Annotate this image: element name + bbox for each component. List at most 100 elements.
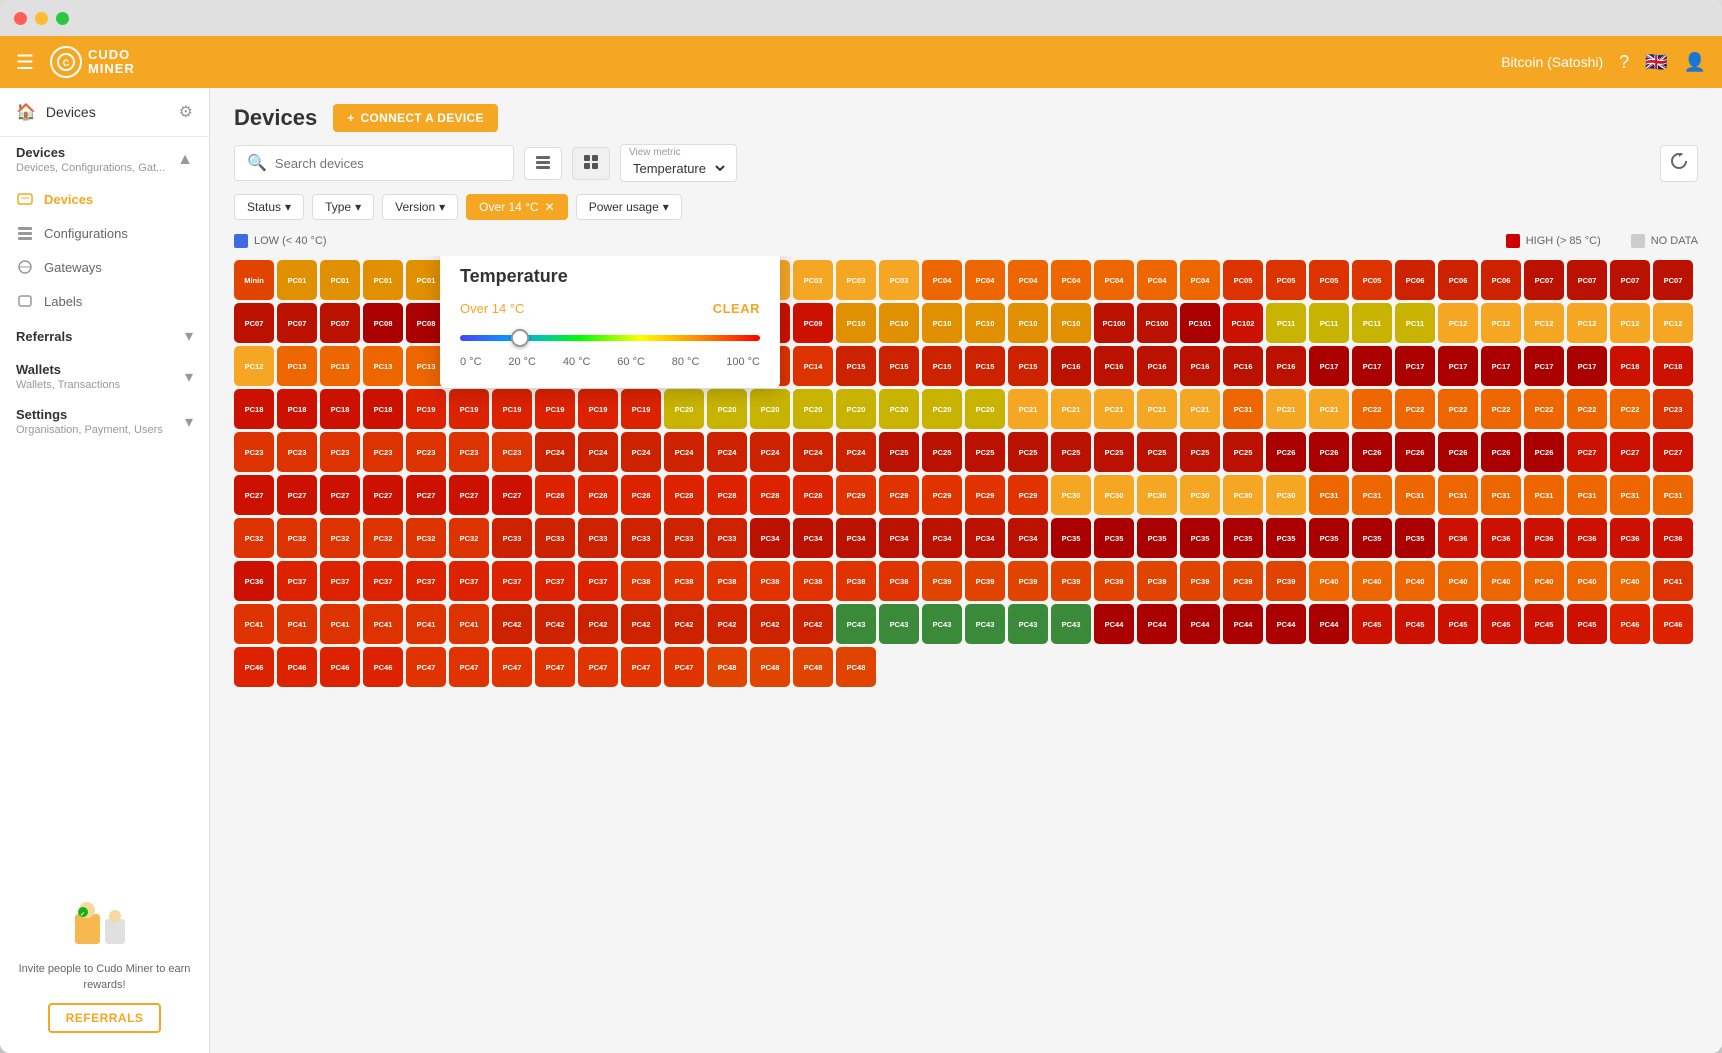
device-tile[interactable]: PC32 [234,518,274,558]
device-tile[interactable]: PC30 [1180,475,1220,515]
device-tile[interactable]: PC34 [965,518,1005,558]
device-tile[interactable]: PC15 [836,346,876,386]
filter-temperature-active[interactable]: Over 14 °C ✕ [466,194,568,220]
device-tile[interactable]: PC17 [1481,346,1521,386]
account-icon[interactable]: 👤 [1684,52,1706,73]
device-tile[interactable]: PC26 [1438,432,1478,472]
device-tile[interactable]: PC35 [1395,518,1435,558]
device-tile[interactable]: PC46 [1610,604,1650,644]
device-tile[interactable]: PC30 [1051,475,1091,515]
device-tile[interactable]: PC26 [1266,432,1306,472]
device-tile[interactable]: PC38 [707,561,747,601]
sidebar-section-referrals[interactable]: Referrals ▾ [0,318,209,354]
device-tile[interactable]: PC19 [492,389,532,429]
device-tile[interactable]: PC24 [836,432,876,472]
device-tile[interactable]: PC41 [1653,561,1693,601]
device-tile[interactable]: PC38 [750,561,790,601]
device-tile[interactable]: PC46 [363,647,403,687]
device-tile[interactable]: PC41 [363,604,403,644]
device-tile[interactable]: PC39 [1094,561,1134,601]
device-tile[interactable]: PC37 [449,561,489,601]
device-tile[interactable]: Minin [234,260,274,300]
device-tile[interactable]: PC19 [535,389,575,429]
device-tile[interactable]: PC41 [320,604,360,644]
device-tile[interactable]: PC42 [578,604,618,644]
device-tile[interactable]: PC31 [1653,475,1693,515]
device-tile[interactable]: PC43 [879,604,919,644]
sidebar-item-labels[interactable]: Labels [0,284,209,318]
device-tile[interactable]: PC06 [1481,260,1521,300]
device-tile[interactable]: PC32 [449,518,489,558]
device-tile[interactable]: PC14 [793,346,833,386]
device-tile[interactable]: PC09 [793,303,833,343]
device-tile[interactable]: PC29 [879,475,919,515]
device-tile[interactable]: PC26 [1481,432,1521,472]
device-tile[interactable]: PC35 [1309,518,1349,558]
device-tile[interactable]: PC23 [363,432,403,472]
device-tile[interactable]: PC04 [922,260,962,300]
device-tile[interactable]: PC17 [1309,346,1349,386]
device-tile[interactable]: PC06 [1395,260,1435,300]
sidebar-section-wallets[interactable]: Wallets Wallets, Transactions ▾ [0,354,209,399]
device-tile[interactable]: PC20 [879,389,919,429]
sidebar-item-gateways[interactable]: Gateways [0,250,209,284]
device-tile[interactable]: PC48 [750,647,790,687]
device-tile[interactable]: PC45 [1567,604,1607,644]
device-tile[interactable]: PC04 [1137,260,1177,300]
device-tile[interactable]: PC23 [406,432,446,472]
device-tile[interactable]: PC16 [1051,346,1091,386]
device-tile[interactable]: PC22 [1395,389,1435,429]
device-tile[interactable]: PC42 [535,604,575,644]
referrals-button[interactable]: REFERRALS [48,1003,162,1033]
device-tile[interactable]: PC23 [234,432,274,472]
device-tile[interactable]: PC35 [1223,518,1263,558]
device-tile[interactable]: PC27 [320,475,360,515]
device-tile[interactable]: PC15 [965,346,1005,386]
device-tile[interactable]: PC16 [1094,346,1134,386]
device-tile[interactable]: PC30 [1137,475,1177,515]
device-tile[interactable]: PC46 [277,647,317,687]
device-tile[interactable]: PC25 [922,432,962,472]
device-tile[interactable]: PC22 [1610,389,1650,429]
view-metric-select[interactable]: Temperature Power Usage Hashrate [629,158,728,179]
device-tile[interactable]: PC44 [1223,604,1263,644]
filter-power-usage[interactable]: Power usage ▾ [576,194,682,220]
device-tile[interactable]: PC28 [664,475,704,515]
device-tile[interactable]: PC36 [1567,518,1607,558]
device-tile[interactable]: PC36 [1481,518,1521,558]
sidebar-item-configurations[interactable]: Configurations [0,216,209,250]
device-tile[interactable]: PC12 [1438,303,1478,343]
device-tile[interactable]: PC28 [621,475,661,515]
device-tile[interactable]: PC37 [535,561,575,601]
device-tile[interactable]: PC46 [234,647,274,687]
device-tile[interactable]: PC03 [836,260,876,300]
device-tile[interactable]: PC23 [320,432,360,472]
device-tile[interactable]: PC23 [1653,389,1693,429]
sidebar-home[interactable]: 🏠 Devices ⚙ [0,88,209,137]
device-tile[interactable]: PC46 [320,647,360,687]
device-tile[interactable]: PC28 [707,475,747,515]
device-tile[interactable]: PC20 [836,389,876,429]
device-tile[interactable]: PC12 [1567,303,1607,343]
device-tile[interactable]: PC33 [621,518,661,558]
device-tile[interactable]: PC43 [1008,604,1048,644]
filter-status[interactable]: Status ▾ [234,194,304,220]
device-tile[interactable]: PC27 [1610,432,1650,472]
device-tile[interactable]: PC19 [449,389,489,429]
device-tile[interactable]: PC33 [535,518,575,558]
device-tile[interactable]: PC20 [750,389,790,429]
device-tile[interactable]: PC27 [406,475,446,515]
device-tile[interactable]: PC28 [578,475,618,515]
device-tile[interactable]: PC47 [621,647,661,687]
device-tile[interactable]: PC28 [793,475,833,515]
device-tile[interactable]: PC05 [1309,260,1349,300]
device-tile[interactable]: PC18 [277,389,317,429]
device-tile[interactable]: PC13 [320,346,360,386]
device-tile[interactable]: PC45 [1395,604,1435,644]
device-tile[interactable]: PC36 [234,561,274,601]
device-tile[interactable]: PC42 [621,604,661,644]
device-tile[interactable]: PC25 [965,432,1005,472]
search-input[interactable] [275,156,501,171]
device-tile[interactable]: PC37 [578,561,618,601]
device-tile[interactable]: PC39 [1180,561,1220,601]
